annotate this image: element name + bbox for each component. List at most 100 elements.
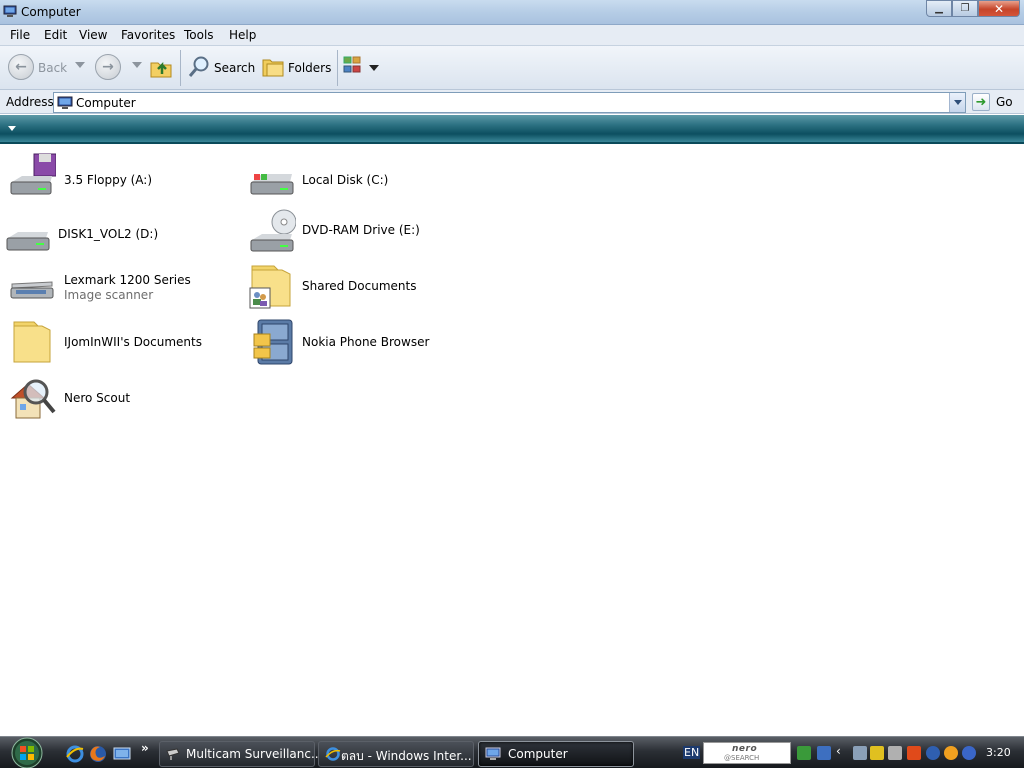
address-value: Computer <box>76 96 136 110</box>
taskbar-button-computer[interactable]: Computer <box>478 741 634 767</box>
item-nero-scout[interactable]: Nero Scout <box>8 374 208 426</box>
views-dropdown[interactable] <box>369 65 379 71</box>
dvd-drive-icon <box>250 209 296 252</box>
menu-bar: File Edit View Favorites Tools Help <box>0 25 1024 46</box>
item-scanner[interactable]: Lexmark 1200 Series Image scanner <box>8 268 228 320</box>
hard-disk-icon <box>6 232 50 251</box>
search-icon[interactable] <box>187 55 211 79</box>
window-controls: ▁ ❐ ✕ <box>926 0 1020 17</box>
up-folder-icon[interactable] <box>148 54 174 80</box>
close-icon: ✕ <box>993 1 1005 16</box>
address-dropdown-button[interactable] <box>949 93 965 112</box>
tray-app-icon[interactable] <box>907 746 921 760</box>
forward-button[interactable]: → <box>95 54 121 80</box>
task-label: Multicam Surveillanc... <box>186 747 323 761</box>
toolbar-separator <box>337 50 338 86</box>
forward-arrow-icon: → <box>102 59 114 75</box>
floppy-drive-icon <box>10 153 56 195</box>
folder-icon <box>13 321 51 363</box>
tray-expand-icon[interactable]: ‹ <box>836 744 850 758</box>
tray-tool-icon[interactable] <box>888 746 902 760</box>
item-dvd-drive[interactable]: DVD-RAM Drive (E:) <box>248 208 448 260</box>
item-nokia-phone-browser[interactable]: Nokia Phone Browser <box>250 318 450 370</box>
folders-button[interactable]: Folders <box>288 61 331 75</box>
item-label: DISK1_VOL2 (D:) <box>58 227 159 241</box>
forward-history-dropdown[interactable] <box>132 62 142 68</box>
restore-icon: ❐ <box>960 3 970 14</box>
go-button[interactable]: ➜ <box>972 93 990 111</box>
chevron-down-icon[interactable] <box>8 126 16 131</box>
menu-tools[interactable]: Tools <box>184 28 214 42</box>
go-label[interactable]: Go <box>996 95 1013 109</box>
minimize-icon: ▁ <box>935 3 943 14</box>
clock[interactable]: 3:20 <box>986 746 1011 759</box>
back-button[interactable]: ← <box>8 54 34 80</box>
item-label: Local Disk (C:) <box>302 173 389 187</box>
taskbar-button-multicam[interactable]: Multicam Surveillanc... <box>159 741 322 767</box>
item-label: IJomInWII's Documents <box>64 335 202 349</box>
quicklaunch-more-icon[interactable]: » <box>141 741 149 755</box>
windows-disk-icon <box>250 174 294 195</box>
address-bar: Address Computer ➜ Go <box>0 90 1024 114</box>
item-floppy-drive[interactable]: 3.5 Floppy (A:) <box>8 152 208 204</box>
taskbar-button-internet-explorer[interactable]: ตลบ - Windows Inter... <box>318 741 474 767</box>
shared-folder-icon <box>249 265 291 309</box>
start-button[interactable] <box>8 737 46 768</box>
menu-view[interactable]: View <box>79 28 107 42</box>
tray-arrow-icon[interactable] <box>797 746 811 760</box>
show-desktop-icon[interactable] <box>113 745 131 763</box>
item-label: Nero Scout <box>64 391 131 405</box>
tray-tcp-icon[interactable] <box>870 746 884 760</box>
camera-icon <box>166 748 180 760</box>
back-arrow-icon: ← <box>15 59 27 75</box>
item-user-documents[interactable]: IJomInWII's Documents <box>8 318 228 370</box>
menu-favorites[interactable]: Favorites <box>121 28 175 42</box>
computer-icon <box>485 747 501 760</box>
firefox-icon[interactable] <box>89 745 107 763</box>
chevron-down-icon <box>953 100 962 105</box>
menu-edit[interactable]: Edit <box>44 28 67 42</box>
file-view: 3.5 Floppy (A:) Local Disk (C:) DISK1_VO… <box>0 146 1024 736</box>
ie-icon[interactable] <box>66 745 84 763</box>
toolbar: ← Back → Search Folders <box>0 46 1024 90</box>
bluetooth-icon[interactable] <box>926 746 940 760</box>
item-disk-d[interactable]: DISK1_VOL2 (D:) <box>4 212 204 264</box>
toolbar-separator <box>180 50 181 86</box>
address-input[interactable]: Computer <box>53 92 966 113</box>
nero-scout-icon <box>10 379 56 419</box>
ie-icon <box>325 747 341 761</box>
item-label: Lexmark 1200 Series <box>64 273 191 287</box>
item-local-disk-c[interactable]: Local Disk (C:) <box>248 152 448 204</box>
views-icon[interactable] <box>343 55 369 79</box>
nero-sub-text: @SEARCH <box>724 754 760 762</box>
nero-search-box[interactable]: nero @SEARCH <box>703 742 791 764</box>
tray-orange-icon[interactable] <box>944 746 958 760</box>
computer-icon <box>3 5 17 17</box>
item-label: DVD-RAM Drive (E:) <box>302 223 420 237</box>
computer-icon <box>57 96 73 109</box>
network-icon[interactable] <box>853 746 867 760</box>
nokia-cabinet-icon <box>253 319 293 365</box>
close-button[interactable]: ✕ <box>978 0 1020 17</box>
search-button[interactable]: Search <box>214 61 255 75</box>
folders-icon[interactable] <box>261 55 285 79</box>
item-label: Shared Documents <box>302 279 417 293</box>
item-label: Nokia Phone Browser <box>302 335 430 349</box>
language-indicator[interactable]: EN <box>683 746 701 759</box>
item-label: 3.5 Floppy (A:) <box>64 173 153 187</box>
menu-file[interactable]: File <box>10 28 30 42</box>
tray-dropdown-icon[interactable] <box>817 746 831 760</box>
menu-help[interactable]: Help <box>229 28 256 42</box>
restore-button[interactable]: ❐ <box>952 0 978 17</box>
scanner-icon <box>10 281 54 299</box>
item-shared-documents[interactable]: Shared Documents <box>248 262 448 314</box>
task-label: ตลบ - Windows Inter... <box>341 749 472 763</box>
title-bar: Computer ▁ ❐ ✕ <box>0 0 1024 25</box>
tray-d-icon[interactable] <box>962 746 976 760</box>
minimize-button[interactable]: ▁ <box>926 0 952 17</box>
window-title: Computer <box>21 5 81 19</box>
item-sublabel: Image scanner <box>64 288 154 302</box>
address-label: Address <box>6 95 54 109</box>
header-band <box>0 115 1024 144</box>
back-history-dropdown[interactable] <box>75 62 85 68</box>
